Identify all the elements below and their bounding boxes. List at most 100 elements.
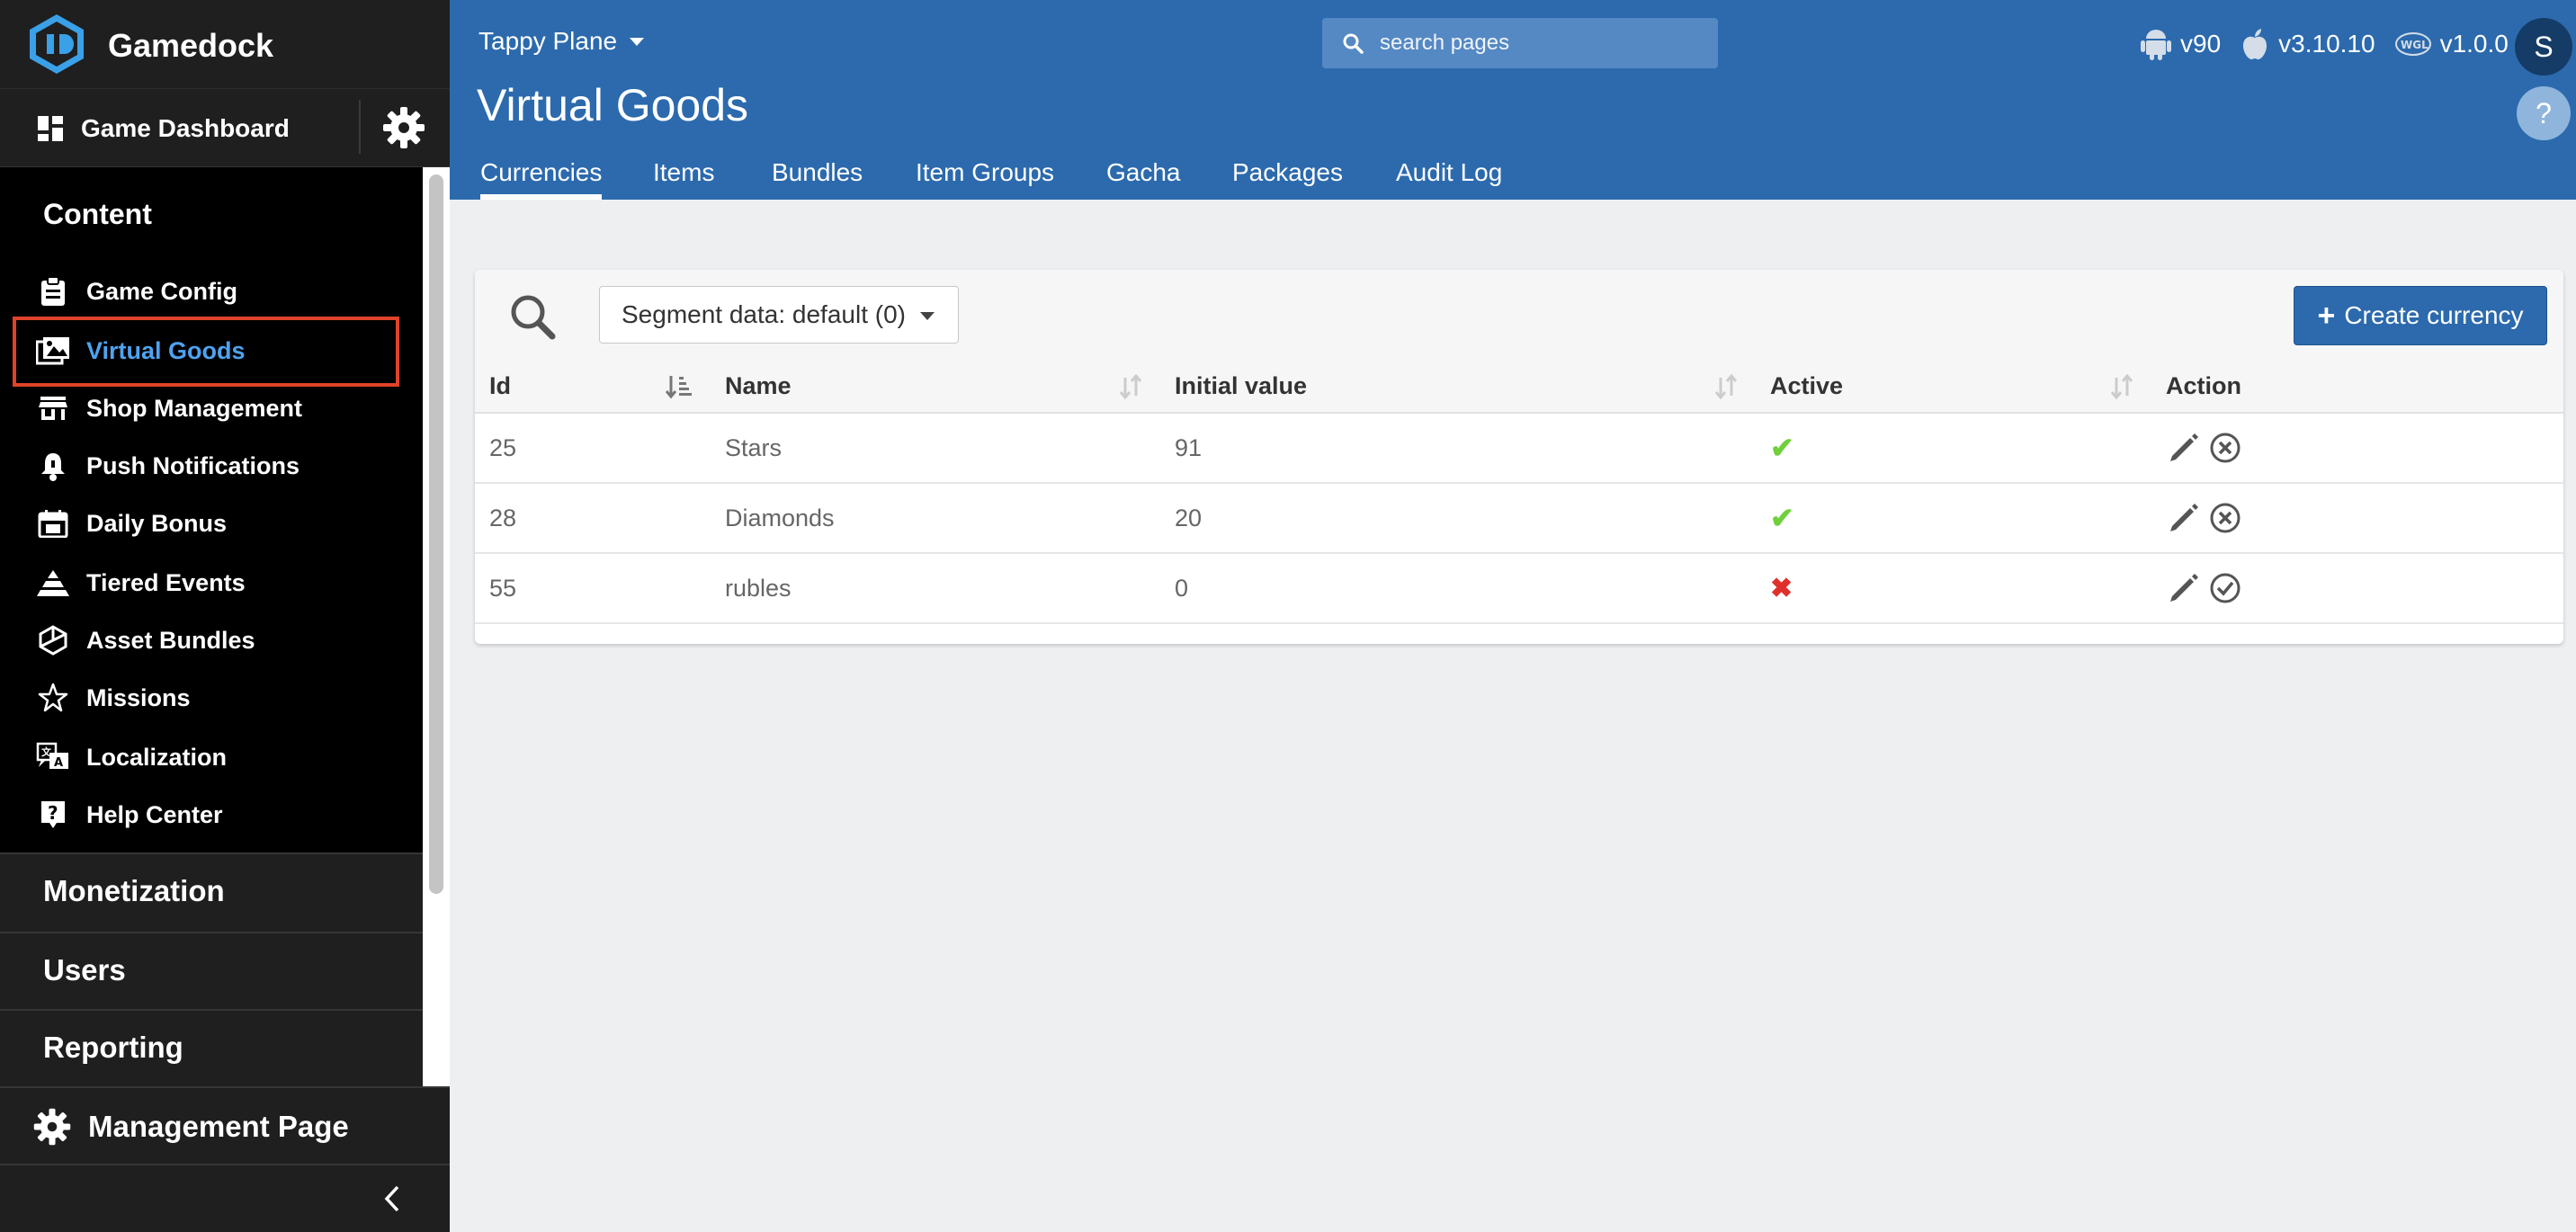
cross-icon: ✖	[1770, 573, 1793, 603]
cell-active: ✔	[1756, 483, 2151, 554]
sidebar-item-daily-bonus[interactable]: Daily Bonus	[36, 504, 227, 543]
section-label: Users	[43, 953, 126, 986]
svg-text:A: A	[54, 756, 63, 770]
sort-icon[interactable]	[1119, 374, 1142, 399]
edit-pencil-icon[interactable]	[2166, 430, 2202, 466]
cell-id: 25	[475, 413, 711, 484]
tab-items[interactable]: Items	[653, 158, 714, 187]
create-currency-button[interactable]: + Create currency	[2294, 286, 2547, 345]
gift-calendar-icon	[36, 506, 70, 540]
search-input[interactable]	[1378, 30, 1705, 57]
column-label: Action	[2166, 371, 2241, 399]
section-label: Monetization	[43, 874, 225, 907]
sidebar-scrollbar[interactable]	[423, 167, 450, 1086]
sidebar-item-label: Asset Bundles	[86, 626, 255, 654]
images-icon	[36, 334, 70, 368]
sort-icon[interactable]	[2110, 374, 2133, 399]
sidebar-item-shop-management[interactable]: Shop Management	[36, 388, 302, 428]
user-avatar[interactable]: S	[2515, 18, 2572, 76]
bell-icon	[36, 449, 70, 483]
cell-initial-value: 0	[1160, 553, 1756, 624]
tab-bundles[interactable]: Bundles	[772, 158, 863, 187]
deactivate-icon[interactable]	[2207, 430, 2243, 466]
sidebar-item-tiered-events[interactable]: Tiered Events	[36, 563, 246, 603]
settings-gear-icon[interactable]	[381, 105, 426, 150]
cell-active: ✖	[1756, 553, 2151, 624]
cell-active: ✔	[1756, 413, 2151, 484]
webgl-version: v1.0.0	[2439, 30, 2509, 58]
cell-initial-value: 91	[1160, 413, 1756, 484]
section-label: Reporting	[43, 1031, 183, 1064]
sidebar-item-label: Virtual Goods	[86, 336, 246, 364]
game-dashboard-link[interactable]: Game Dashboard	[36, 111, 290, 147]
translate-icon: A文	[36, 740, 70, 774]
cell-id: 28	[475, 483, 711, 554]
tab-audit-log[interactable]: Audit Log	[1396, 158, 1502, 187]
sidebar-section-reporting[interactable]: Reporting	[0, 1009, 423, 1088]
dashboard-divider	[359, 100, 361, 154]
sidebar: Gamedock Game Dashboard Content Game Con…	[0, 0, 450, 1232]
column-header-id[interactable]: Id	[475, 360, 711, 414]
sidebar-item-label: Push Notifications	[86, 451, 300, 479]
tab-packages[interactable]: Packages	[1232, 158, 1343, 187]
tab-gacha[interactable]: Gacha	[1106, 158, 1181, 187]
search-icon[interactable]	[507, 291, 558, 342]
chevron-left-icon[interactable]	[378, 1183, 408, 1214]
table-header-row: Id Name Initial value Active Action	[475, 360, 2563, 414]
sidebar-section-monetization[interactable]: Monetization	[0, 853, 423, 932]
gear-icon	[33, 1108, 71, 1146]
scrollbar-thumb[interactable]	[429, 174, 443, 894]
check-icon: ✔	[1770, 502, 1794, 534]
page-search	[1322, 18, 1718, 68]
activate-icon[interactable]	[2207, 570, 2243, 606]
sidebar-item-help-center[interactable]: ? Help Center	[36, 795, 223, 835]
table-row: 55 rubles 0 ✖	[475, 553, 2563, 624]
deactivate-icon[interactable]	[2207, 500, 2243, 536]
sidebar-collapse-bar	[0, 1164, 450, 1232]
sidebar-item-localization[interactable]: A文 Localization	[36, 737, 227, 777]
cell-actions	[2151, 413, 2563, 484]
cell-actions	[2151, 553, 2563, 624]
column-header-name[interactable]: Name	[711, 360, 1160, 414]
currencies-panel: Segment data: default (0) + Create curre…	[475, 270, 2563, 644]
edit-pencil-icon[interactable]	[2166, 500, 2202, 536]
help-button[interactable]: ?	[2517, 86, 2571, 140]
sidebar-section-users[interactable]: Users	[0, 932, 423, 1011]
question-icon: ?	[36, 798, 70, 832]
tab-item-groups[interactable]: Item Groups	[916, 158, 1054, 187]
segment-dropdown[interactable]: Segment data: default (0)	[599, 286, 959, 344]
sidebar-item-label: Shop Management	[86, 394, 303, 422]
sidebar-item-label: Tiered Events	[86, 568, 246, 596]
cell-name: Diamonds	[711, 483, 1160, 554]
check-icon: ✔	[1770, 432, 1794, 464]
currencies-table: Id Name Initial value Active Action 25 S…	[475, 360, 2563, 624]
sort-descending-icon[interactable]	[666, 374, 693, 399]
star-icon	[36, 681, 70, 715]
sort-icon[interactable]	[1714, 374, 1738, 399]
brand-name: Gamedock	[108, 27, 274, 64]
panel-toolbar: Segment data: default (0) + Create curre…	[475, 270, 2563, 362]
sidebar-item-asset-bundles[interactable]: Asset Bundles	[36, 620, 255, 660]
column-label: Active	[1770, 371, 1844, 399]
apple-icon	[2243, 29, 2267, 59]
clipboard-icon	[36, 274, 70, 308]
column-label: Name	[725, 371, 792, 399]
unity-icon	[36, 623, 70, 657]
build-versions: v90 v3.10.10 WGL v1.0.0	[2141, 23, 2528, 65]
cell-actions	[2151, 483, 2563, 554]
sidebar-item-game-config[interactable]: Game Config	[36, 272, 237, 311]
sidebar-item-push-notifications[interactable]: Push Notifications	[36, 446, 300, 486]
edit-pencil-icon[interactable]	[2166, 570, 2202, 606]
tab-currencies[interactable]: Currencies	[480, 158, 603, 200]
content-section-title[interactable]: Content	[43, 198, 152, 231]
game-selector[interactable]: Tappy Plane	[479, 27, 645, 56]
pyramid-icon	[36, 566, 70, 600]
sidebar-item-missions[interactable]: Missions	[36, 678, 191, 718]
sidebar-item-virtual-goods[interactable]: Virtual Goods	[36, 331, 246, 370]
management-page-link[interactable]: Management Page	[32, 1106, 349, 1147]
column-header-initial-value[interactable]: Initial value	[1160, 360, 1756, 414]
create-currency-label: Create currency	[2344, 301, 2524, 329]
column-header-active[interactable]: Active	[1756, 360, 2151, 414]
cell-name: Stars	[711, 413, 1160, 484]
webgl-icon: WGL	[2394, 32, 2431, 56]
